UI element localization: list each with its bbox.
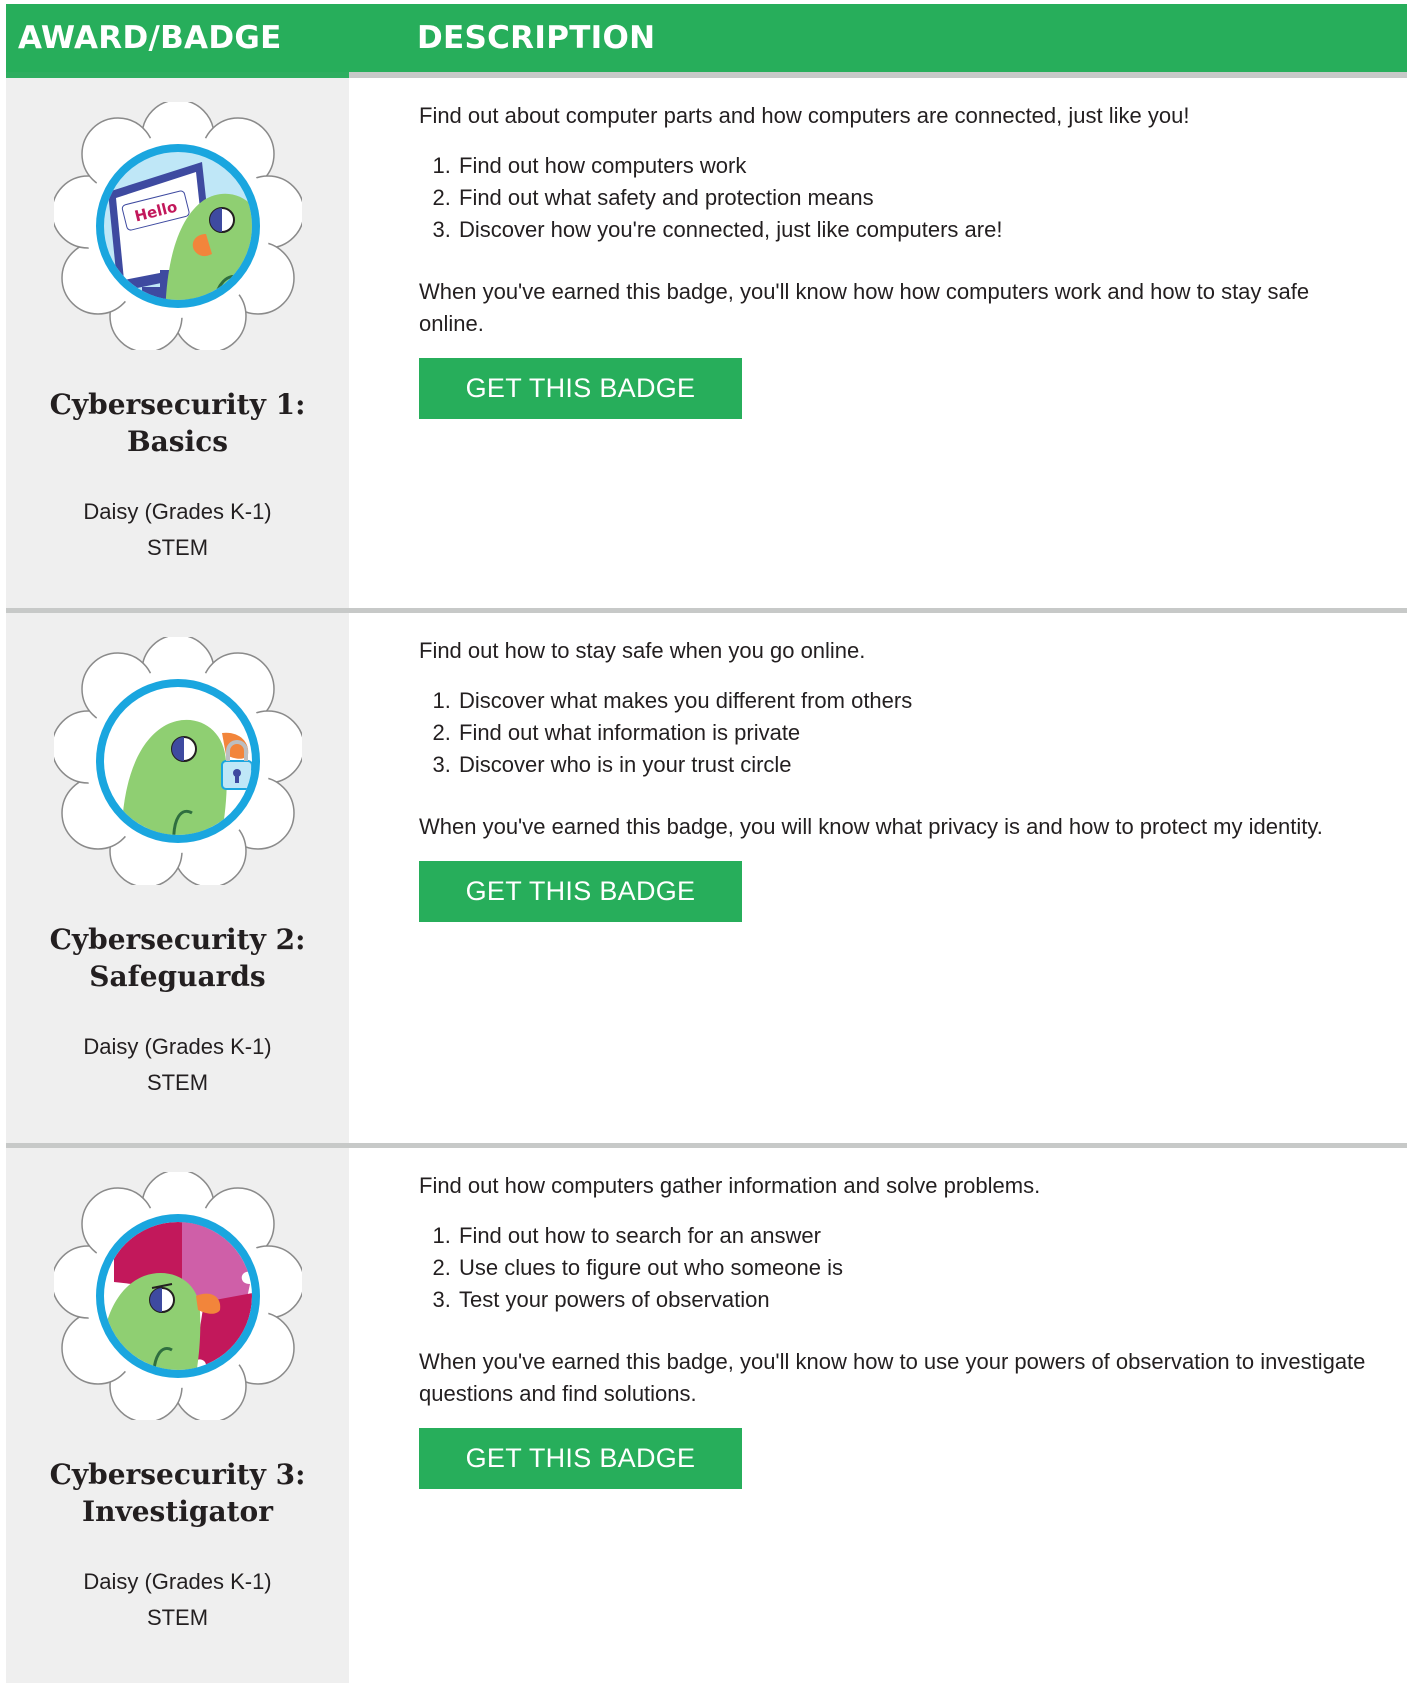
badge-title-line1: Cybersecurity 3: <box>49 1458 306 1491</box>
badge-title: Cybersecurity 2: Safeguards <box>6 921 349 995</box>
badge-meta: Daisy (Grades K-1) STEM <box>6 1564 349 1636</box>
badge-description-cell: Find out how computers gather informatio… <box>349 1148 1407 1683</box>
list-item: Test your powers of observation <box>457 1284 1367 1316</box>
badge-row: Cybersecurity 3: Investigator Daisy (Gra… <box>6 1148 1407 1683</box>
badge-title: Cybersecurity 3: Investigator <box>6 1456 349 1530</box>
badge-outcome: When you've earned this badge, you'll kn… <box>419 279 1310 336</box>
badge-row: Hello Cybersecurity 1: Basics Daisy (Gra… <box>6 78 1407 613</box>
list-item: Find out how computers work <box>457 150 1367 182</box>
badge-table: AWARD/BADGE DESCRIPTION Hello Cybersecur… <box>6 4 1407 1683</box>
badge-outcome: When you've earned this badge, you'll kn… <box>419 1349 1366 1406</box>
badge-description-cell: Find out about computer parts and how co… <box>349 78 1407 608</box>
header-description-label: DESCRIPTION <box>417 20 656 56</box>
list-item: Find out what information is private <box>457 717 1367 749</box>
badge-category: STEM <box>146 535 209 560</box>
badge-intro: Find out how to stay safe when you go on… <box>419 638 866 663</box>
table-header: AWARD/BADGE DESCRIPTION <box>6 4 1407 78</box>
list-item: Discover who is in your trust circle <box>457 749 1367 781</box>
parrot-computer-hello-icon: Hello <box>53 102 302 350</box>
badge-title-line2: Safeguards <box>89 960 266 993</box>
badge-title-line2: Investigator <box>82 1495 273 1528</box>
parrot-padlock-icon <box>53 637 302 885</box>
badge-meta: Daisy (Grades K-1) STEM <box>6 1029 349 1101</box>
get-badge-button[interactable]: GET THIS BADGE <box>419 358 742 419</box>
get-badge-button[interactable]: GET THIS BADGE <box>419 1428 742 1489</box>
badge-level: Daisy (Grades K-1) <box>83 1034 272 1059</box>
badge-outcome: When you've earned this badge, you will … <box>419 814 1323 839</box>
badge-title: Cybersecurity 1: Basics <box>6 386 349 460</box>
badge-level: Daisy (Grades K-1) <box>83 499 272 524</box>
badge-title-line2: Basics <box>126 425 229 458</box>
get-badge-button[interactable]: GET THIS BADGE <box>419 861 742 922</box>
header-award-cell: AWARD/BADGE <box>6 4 349 72</box>
badge-intro: Find out how computers gather informatio… <box>419 1173 1041 1198</box>
badge-steps-list: Find out how computers work Find out wha… <box>419 150 1367 246</box>
list-item: Find out what safety and protection mean… <box>457 182 1367 214</box>
parrot-puzzle-icon <box>53 1172 302 1420</box>
badge-category: STEM <box>146 1070 209 1095</box>
badge-description-cell: Find out how to stay safe when you go on… <box>349 613 1407 1143</box>
list-item: Find out how to search for an answer <box>457 1220 1367 1252</box>
list-item: Discover how you're connected, just like… <box>457 214 1367 246</box>
badge-info-cell: Cybersecurity 3: Investigator Daisy (Gra… <box>6 1148 349 1683</box>
list-item: Discover what makes you different from o… <box>457 685 1367 717</box>
badge-title-line1: Cybersecurity 1: <box>49 388 306 421</box>
badge-category: STEM <box>146 1605 209 1630</box>
badge-title-line1: Cybersecurity 2: <box>49 923 306 956</box>
header-divider <box>349 72 1407 78</box>
header-description-cell: DESCRIPTION <box>349 4 1407 72</box>
badge-info-cell: Cybersecurity 2: Safeguards Daisy (Grade… <box>6 613 349 1143</box>
badge-meta: Daisy (Grades K-1) STEM <box>6 494 349 566</box>
badge-row: Cybersecurity 2: Safeguards Daisy (Grade… <box>6 613 1407 1148</box>
badge-info-cell: Hello Cybersecurity 1: Basics Daisy (Gra… <box>6 78 349 608</box>
list-item: Use clues to figure out who someone is <box>457 1252 1367 1284</box>
badge-steps-list: Find out how to search for an answer Use… <box>419 1220 1367 1316</box>
header-award-label: AWARD/BADGE <box>18 20 282 56</box>
badge-intro: Find out about computer parts and how co… <box>419 103 1190 128</box>
badge-steps-list: Discover what makes you different from o… <box>419 685 1367 781</box>
badge-level: Daisy (Grades K-1) <box>83 1569 272 1594</box>
